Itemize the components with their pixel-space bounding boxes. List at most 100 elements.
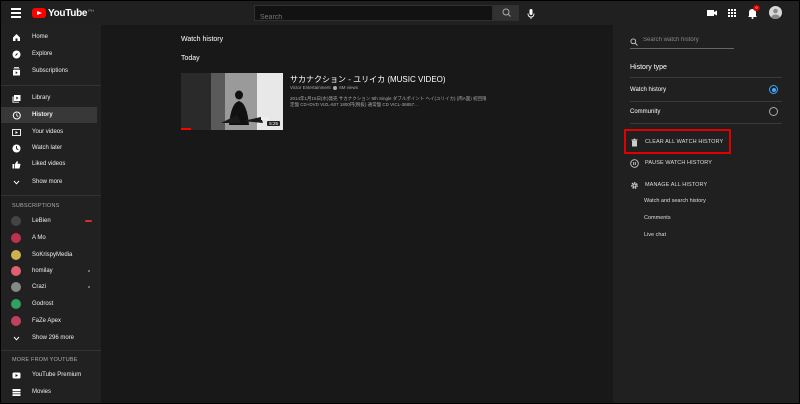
clear-history-label: CLEAR ALL WATCH HISTORY: [645, 139, 724, 145]
link-live-chat[interactable]: Live chat: [644, 232, 666, 238]
sidebar-divider: [1, 195, 101, 196]
sidebar-item-liked-videos[interactable]: Liked videos: [1, 156, 97, 172]
live-indicator-icon: [85, 220, 92, 222]
thumbs-up-icon: [12, 160, 21, 168]
sidebar-item-label: Library: [32, 95, 51, 101]
sidebar: Home Explore Subscriptions Library Histo…: [1, 25, 101, 403]
logo-text: YouTube: [48, 7, 88, 19]
subscription-label: Crazi: [32, 284, 47, 290]
sidebar-item-label: Explore: [32, 51, 53, 57]
channel-name[interactable]: Victor Entertainment: [290, 85, 331, 90]
channel-avatar: [11, 299, 21, 309]
subscription-item[interactable]: Godrost: [1, 296, 97, 312]
sidebar-item-label: Show 296 more: [32, 335, 75, 341]
subscriptions-icon: [13, 66, 20, 75]
video-thumbnail[interactable]: 5:25: [181, 73, 283, 130]
sidebar-item-subscriptions[interactable]: Subscriptions: [1, 63, 97, 79]
option-watch-history[interactable]: Watch history: [630, 87, 666, 93]
youtube-icon: [12, 372, 21, 378]
youtube-logo[interactable]: YouTube PH: [32, 7, 94, 19]
option-community[interactable]: Community: [630, 109, 660, 115]
sidebar-divider: [1, 85, 101, 86]
compass-icon: [12, 50, 21, 58]
search-button[interactable]: [493, 5, 519, 21]
microphone-icon[interactable]: [525, 7, 537, 19]
history-controls-panel: History type Watch history Community CLE…: [613, 25, 799, 403]
sidebar-item-label: Movies: [32, 389, 52, 395]
link-watch-and-search-history[interactable]: Watch and search history: [644, 198, 706, 204]
account-avatar[interactable]: [769, 6, 782, 19]
manage-history-label: MANAGE ALL HISTORY: [645, 182, 708, 188]
subscription-label: A Mo: [32, 235, 46, 241]
watch-history-radio[interactable]: [769, 85, 778, 94]
notification-count-badge: 9: [753, 5, 760, 11]
history-icon: [12, 111, 21, 119]
search-box: [254, 5, 493, 25]
pause-watch-history-button[interactable]: PAUSE WATCH HISTORY: [630, 158, 712, 168]
channel-avatar: [11, 316, 21, 326]
watch-progress-bar: [181, 128, 191, 130]
sidebar-item-movies[interactable]: Movies: [1, 384, 97, 400]
subscription-label: homilay: [32, 268, 53, 274]
subscription-item[interactable]: Crazi: [1, 279, 97, 295]
subscription-label: LeBien: [32, 218, 51, 224]
subscription-item[interactable]: FaZe Apex: [1, 313, 97, 329]
search-icon: [502, 8, 511, 17]
film-icon: [12, 388, 21, 396]
subscriptions-heading: SUBSCRIPTIONS: [12, 203, 60, 209]
clear-all-watch-history-button[interactable]: CLEAR ALL WATCH HISTORY: [630, 137, 723, 147]
history-search-input[interactable]: [643, 37, 733, 43]
search-icon: [630, 38, 638, 46]
youtube-play-icon: [32, 8, 46, 18]
top-bar: YouTube PH 9: [1, 1, 799, 25]
panel-divider: [630, 77, 782, 78]
gear-icon: [631, 181, 638, 189]
sidebar-item-label: Watch later: [32, 145, 63, 151]
more-from-youtube-heading: MORE FROM YOUTUBE: [12, 357, 78, 363]
play-icon: [12, 128, 21, 136]
chevron-down-icon: [13, 180, 20, 185]
sidebar-item-label: Subscriptions: [32, 68, 69, 74]
date-section-heading: Today: [181, 55, 200, 62]
apps-icon[interactable]: [727, 6, 737, 20]
subscription-item[interactable]: SoKrispyMedia: [1, 247, 97, 263]
video-title[interactable]: サカナクション - ユリイカ (MUSIC VIDEO): [290, 74, 446, 85]
subscription-item[interactable]: LeBien: [1, 213, 97, 229]
community-radio[interactable]: [769, 107, 778, 116]
video-meta: Victor Entertainment 6M views: [290, 85, 358, 90]
sidebar-item-youtube-premium[interactable]: YouTube Premium: [1, 367, 97, 383]
sidebar-item-library[interactable]: Library: [1, 90, 97, 106]
pause-icon: [630, 158, 639, 168]
app-frame: YouTube PH 9 Home Explore: [1, 1, 799, 403]
channel-avatar: [11, 266, 21, 276]
subscription-label: FaZe Apex: [32, 318, 62, 324]
sidebar-item-label: Liked videos: [32, 161, 66, 167]
logo-country: PH: [88, 8, 94, 13]
create-video-icon[interactable]: [707, 6, 717, 20]
sidebar-item-history[interactable]: History: [1, 107, 97, 123]
view-count: 6M views: [339, 85, 358, 90]
sidebar-item-show-more-subs[interactable]: Show 296 more: [1, 330, 97, 346]
menu-icon[interactable]: [11, 8, 21, 18]
panel-divider: [630, 101, 782, 102]
link-comments[interactable]: Comments: [644, 215, 671, 221]
manage-all-history-button[interactable]: MANAGE ALL HISTORY: [630, 180, 707, 190]
sidebar-item-label: History: [32, 112, 53, 118]
sidebar-item-show-more[interactable]: Show more: [1, 174, 97, 190]
sidebar-item-explore[interactable]: Explore: [1, 46, 97, 62]
search-input[interactable]: [255, 10, 492, 25]
sidebar-divider: [1, 350, 101, 351]
sidebar-item-your-videos[interactable]: Your videos: [1, 124, 97, 140]
chevron-down-icon: [13, 336, 20, 341]
subscription-item[interactable]: homilay: [1, 263, 97, 279]
trash-icon: [631, 138, 638, 146]
video-description: 2014年1月15日(水)発売 サカナクション 9th Single ダブルポイ…: [290, 96, 487, 107]
home-icon: [13, 33, 20, 41]
sidebar-item-label: YouTube Premium: [32, 372, 82, 378]
new-content-dot-icon: [88, 286, 90, 288]
subscription-item[interactable]: A Mo: [1, 230, 97, 246]
clock-icon: [12, 144, 21, 152]
channel-avatar: [11, 250, 21, 260]
sidebar-item-watch-later[interactable]: Watch later: [1, 140, 97, 156]
sidebar-item-home[interactable]: Home: [1, 29, 97, 45]
